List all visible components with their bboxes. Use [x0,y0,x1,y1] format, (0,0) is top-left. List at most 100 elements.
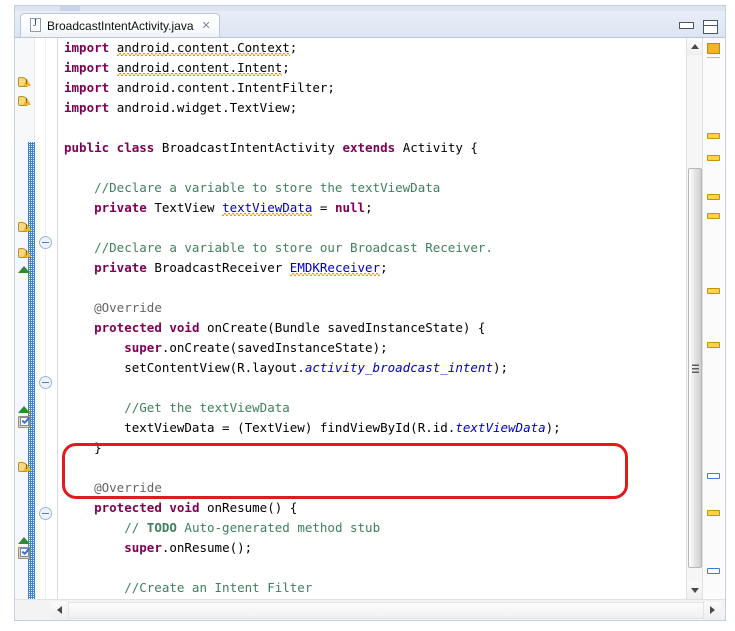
vertical-scrollbar[interactable] [686,38,702,599]
code-line[interactable] [58,158,703,178]
code-line[interactable]: import android.content.IntentFilter; [58,78,703,98]
fold-collapse-icon[interactable] [39,507,52,520]
scroll-left-button[interactable] [51,602,68,619]
overview-task-marker[interactable] [707,473,720,479]
code-token: textViewData [222,200,312,215]
editor-body: import android.content.Context;import an… [14,37,726,621]
code-token: super [124,540,162,555]
code-line[interactable]: import android.content.Intent; [58,58,703,78]
code-token: ); [546,420,561,435]
code-token [64,200,94,215]
code-text-area[interactable]: import android.content.Context;import an… [58,38,703,599]
code-token: ; [365,200,373,215]
code-token: BroadcastIntentActivity [162,140,343,155]
code-line[interactable]: // TODO Auto-generated method stub [58,518,703,538]
code-line[interactable] [58,558,703,578]
code-line[interactable]: @Override [58,478,703,498]
maximize-icon[interactable] [703,20,718,34]
scroll-down-button[interactable] [687,582,703,599]
code-line[interactable]: import android.content.Context; [58,38,703,58]
overview-warning-marker[interactable] [707,133,720,139]
code-token: import [64,60,117,75]
folding-ruler[interactable] [35,38,57,599]
overview-separator [707,57,720,58]
code-line[interactable] [58,118,703,138]
warning-marker-icon[interactable] [18,76,32,89]
collapse-up-arrow-icon[interactable] [18,266,30,273]
scroll-up-button[interactable] [687,38,703,55]
code-line[interactable]: } [58,438,703,458]
code-line[interactable]: private TextView textViewData = null; [58,198,703,218]
code-token: .onResume(); [162,540,252,555]
code-token: null [335,200,365,215]
code-line[interactable]: @Override [58,298,703,318]
code-token: TextView [154,200,222,215]
code-token: onCreate(Bundle savedInstanceState) { [207,320,485,335]
code-line[interactable]: setContentView(R.layout.activity_broadca… [58,358,703,378]
code-line[interactable]: super.onResume(); [58,538,703,558]
code-token: android.content.Intent [117,60,283,75]
window-buttons [679,20,718,34]
overview-warning-marker[interactable] [707,155,720,161]
code-token: textViewData = (TextView) findViewById(R… [64,420,455,435]
code-token: private [94,200,154,215]
overview-warning-marker[interactable] [707,510,720,516]
code-token: BroadcastReceiver [154,260,289,275]
eclipse-java-editor-window: BroadcastIntentActivity.java ✕ [0,0,735,631]
code-line[interactable]: super.onCreate(savedInstanceState); [58,338,703,358]
code-line[interactable] [58,278,703,298]
code-token: import [64,40,117,55]
overview-task-marker[interactable] [707,568,720,574]
code-token [64,480,94,495]
code-token: setContentView(R.layout. [64,360,305,375]
fold-collapse-icon[interactable] [39,376,52,389]
code-line[interactable] [58,378,703,398]
minimize-icon[interactable] [679,20,692,29]
horizontal-scroll-track[interactable] [68,602,704,619]
code-token: Auto-generated method stub [177,520,380,535]
task-marker-icon[interactable] [18,416,32,429]
code-line[interactable]: import android.widget.TextView; [58,98,703,118]
annotation-ruler[interactable] [15,38,35,599]
code-token: protected void [94,320,207,335]
code-token: import [64,80,117,95]
code-token: protected void [94,500,207,515]
warning-marker-icon[interactable] [18,221,32,234]
code-token [64,300,94,315]
code-line[interactable]: protected void onCreate(Bundle savedInst… [58,318,703,338]
scroll-right-button[interactable] [704,602,721,619]
code-token: ; [282,60,290,75]
tab-broadcastintentactivity-java[interactable]: BroadcastIntentActivity.java ✕ [20,13,220,37]
overview-warning-marker[interactable] [707,342,720,348]
close-icon[interactable]: ✕ [202,20,211,31]
code-line[interactable]: textViewData = (TextView) findViewById(R… [58,418,703,438]
code-line[interactable]: protected void onResume() { [58,498,703,518]
code-token: Activity { [403,140,478,155]
fold-collapse-icon[interactable] [39,236,52,249]
code-line[interactable] [58,218,703,238]
code-token: textViewData [455,420,545,435]
overview-warning-marker[interactable] [707,194,720,200]
code-line[interactable]: private BroadcastReceiver EMDKReceiver; [58,258,703,278]
tab-label: BroadcastIntentActivity.java [47,19,194,33]
collapse-up-arrow-icon[interactable] [18,406,30,413]
task-marker-icon[interactable] [18,547,32,560]
overview-ruler[interactable] [702,38,724,599]
overview-summary-icon[interactable] [707,43,720,54]
horizontal-scrollbar[interactable] [15,599,725,620]
code-line[interactable]: //Get the textViewData [58,398,703,418]
code-token [64,260,94,275]
code-line[interactable]: //Declare a variable to store the textVi… [58,178,703,198]
overview-warning-marker[interactable] [707,288,720,294]
code-line[interactable]: //Create an Intent Filter [58,578,703,598]
collapse-up-arrow-icon[interactable] [18,537,30,544]
code-line[interactable]: public class BroadcastIntentActivity ext… [58,138,703,158]
overview-warning-marker[interactable] [707,213,720,219]
vertical-scroll-thumb[interactable] [688,168,702,568]
code-line[interactable]: //Declare a variable to store our Broadc… [58,238,703,258]
warning-marker-icon[interactable] [18,95,32,108]
warning-marker-icon[interactable] [18,461,32,474]
warning-marker-icon[interactable] [18,247,32,260]
code-token: import [64,100,117,115]
code-line[interactable] [58,458,703,478]
